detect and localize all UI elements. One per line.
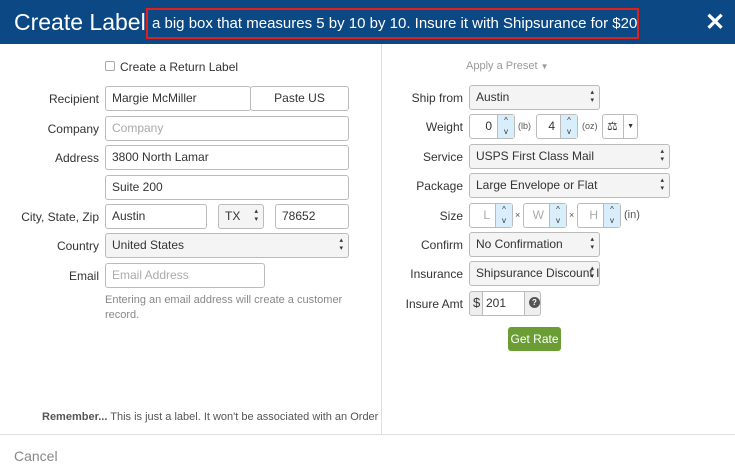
ship-from-label: Ship from	[411, 91, 463, 105]
size-label: Size	[439, 209, 463, 223]
footer-divider	[0, 434, 735, 435]
insure-amt-label: Insure Amt	[405, 297, 463, 311]
recipient-input[interactable]: Margie McMiller	[105, 86, 251, 111]
length-placeholder[interactable]: L	[483, 204, 490, 227]
apply-preset-dropdown[interactable]: Apply a Preset ▼	[466, 60, 549, 72]
zip-input[interactable]: 78652	[275, 204, 349, 229]
package-label: Package	[416, 179, 463, 193]
package-select[interactable]: Large Envelope or Flat	[469, 173, 670, 198]
lb-unit: (lb)	[518, 121, 531, 131]
remember-bold: Remember...	[42, 411, 108, 423]
country-select[interactable]: United States	[105, 233, 349, 258]
apply-preset-label: Apply a Preset	[466, 60, 538, 72]
height-placeholder[interactable]: H	[589, 204, 598, 227]
length-stepper[interactable]: L ^ v	[469, 203, 513, 228]
height-stepper[interactable]: H ^ v	[577, 203, 621, 228]
weight-oz-value[interactable]: 4	[548, 115, 555, 138]
recipient-label: Recipient	[48, 92, 99, 106]
weight-lb-stepper[interactable]: 0 ^ v	[469, 114, 515, 139]
email-input[interactable]: Email Address	[105, 263, 265, 288]
width-stepper[interactable]: W ^ v	[523, 203, 567, 228]
scale-icon: ⚖	[607, 119, 618, 133]
address-line1-input[interactable]: 3800 North Lamar	[105, 145, 349, 170]
weight-oz-stepper[interactable]: 4 ^ v	[536, 114, 578, 139]
scale-button[interactable]: ⚖ ▼	[602, 114, 638, 139]
email-label: Email	[68, 269, 99, 283]
paste-address-button[interactable]: Paste US Address	[250, 86, 349, 128]
confirm-select[interactable]: No Confirmation	[469, 232, 600, 257]
insurance-select[interactable]: Shipsurance Discount Ins	[469, 261, 600, 286]
instruction-banner: a big box that measures 5 by 10 by 10. I…	[146, 8, 639, 39]
width-placeholder[interactable]: W	[533, 204, 544, 227]
stepper-arrows-icon[interactable]: ^ v	[560, 115, 577, 138]
caret-down-icon: ▼	[623, 115, 634, 138]
service-select[interactable]: USPS First Class Mail	[469, 144, 670, 169]
stepper-arrows-icon[interactable]: ^ v	[497, 115, 514, 138]
remember-text: This is just a label. It won't be associ…	[107, 411, 379, 423]
oz-unit: (oz)	[582, 121, 598, 131]
ship-from-select[interactable]: Austin	[469, 85, 600, 110]
close-icon[interactable]: ✕	[705, 8, 725, 37]
insure-amt-group: $ 201 ?	[469, 291, 541, 316]
page-title: Create Label	[14, 9, 146, 35]
weight-label: Weight	[425, 120, 463, 134]
times-sign: ×	[569, 210, 575, 220]
company-label: Company	[47, 122, 99, 136]
return-label-checkbox[interactable]	[105, 61, 115, 71]
city-input[interactable]: Austin	[105, 204, 207, 229]
stepper-arrows-icon[interactable]: ^ v	[549, 204, 566, 227]
stepper-arrows-icon[interactable]: ^ v	[603, 204, 620, 227]
address-label: Address	[54, 151, 99, 165]
stepper-arrows-icon[interactable]: ^ v	[495, 204, 512, 227]
weight-lb-value[interactable]: 0	[485, 115, 492, 138]
company-input[interactable]: Company	[105, 116, 349, 141]
country-label: Country	[56, 239, 99, 253]
cancel-button[interactable]: Cancel	[14, 448, 58, 464]
get-rate-button[interactable]: Get Rate	[508, 327, 561, 351]
service-label: Service	[422, 150, 463, 164]
times-sign: ×	[515, 210, 521, 220]
insure-amt-input[interactable]: 201	[482, 292, 525, 315]
currency-symbol: $	[473, 295, 481, 310]
insurance-label: Insurance	[410, 267, 463, 281]
remember-note: Remember... This is just a label. It won…	[42, 411, 378, 423]
help-icon[interactable]: ?	[529, 297, 540, 308]
in-unit: (in)	[624, 209, 640, 221]
address-line2-input[interactable]: Suite 200	[105, 175, 349, 200]
caret-down-icon: ▼	[540, 62, 549, 71]
email-help-text: Entering an email address will create a …	[105, 294, 343, 321]
city-state-zip-label: City, State, Zip	[21, 210, 99, 224]
state-select[interactable]: TX	[218, 204, 264, 229]
return-label-text: Create a Return Label	[120, 60, 239, 74]
confirm-label: Confirm	[420, 238, 463, 252]
